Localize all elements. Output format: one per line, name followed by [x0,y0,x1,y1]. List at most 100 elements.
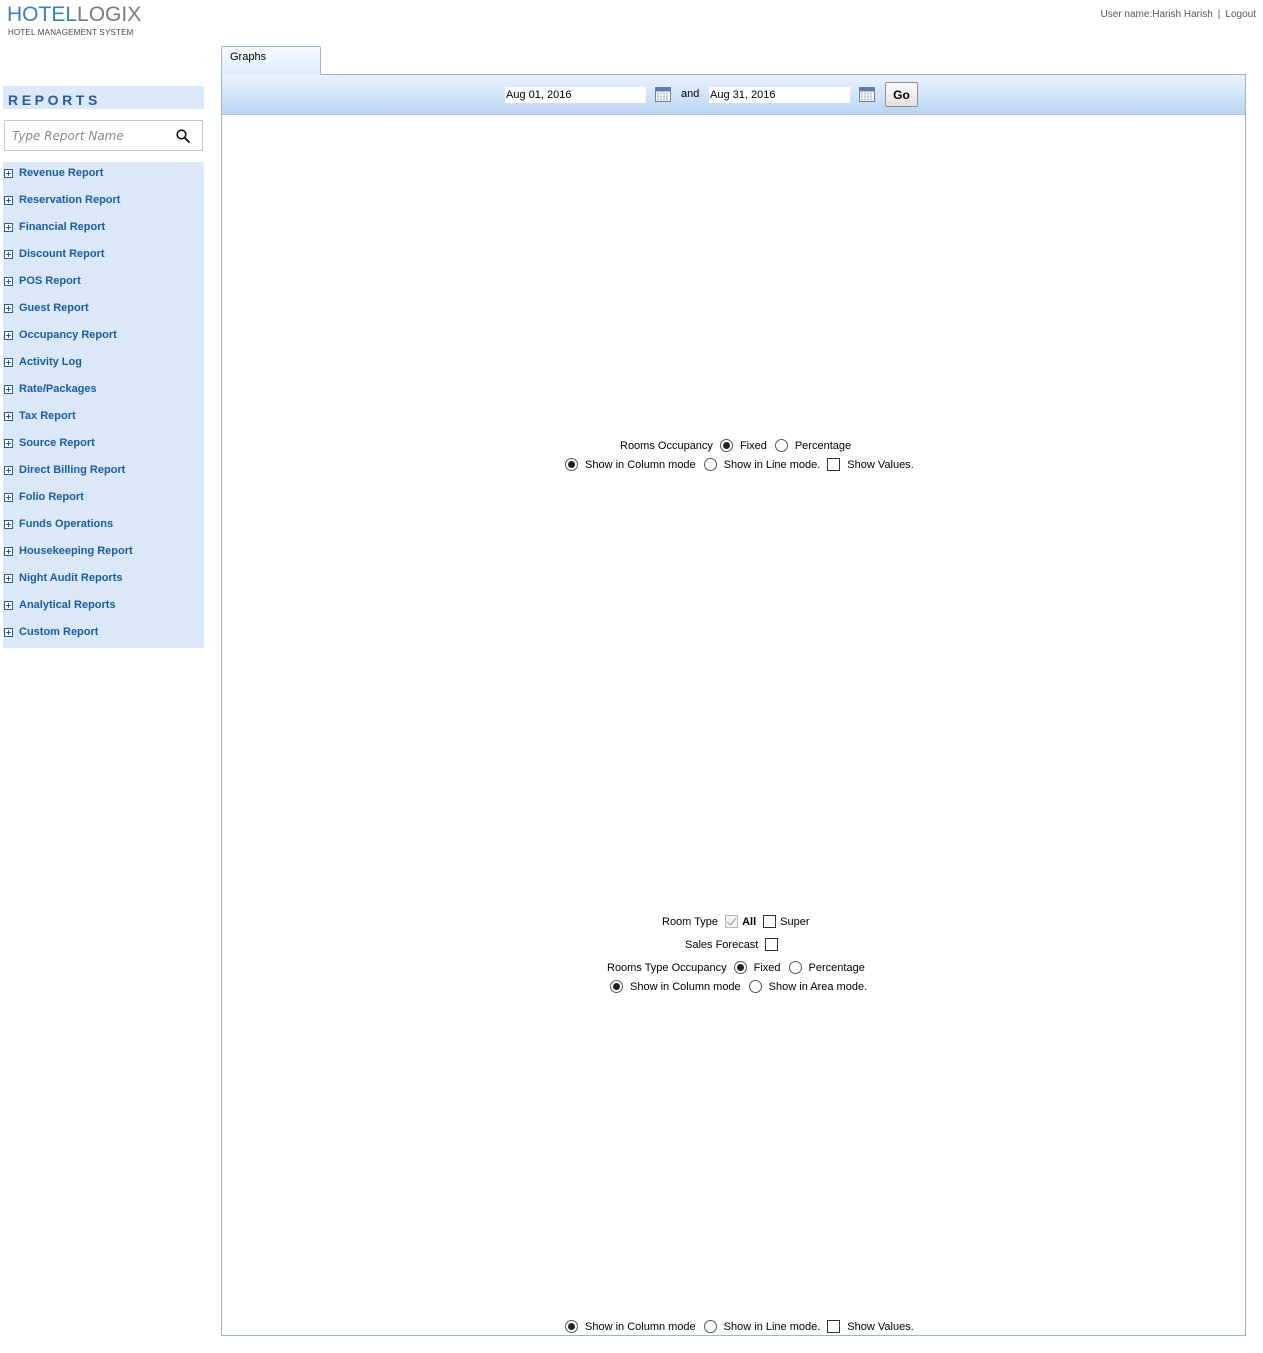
expand-plus-icon[interactable] [4,574,13,583]
sidebar-item-source-report[interactable]: Source Report [3,436,204,463]
sidebar-item-label: POS Report [19,275,81,287]
line-mode-radio[interactable] [703,1320,717,1333]
graphs-panel: and Go Rooms Occupancy Fixed Percentage … [221,74,1246,1336]
line-mode-radio[interactable] [703,458,717,471]
room-type-label: Room Type [662,915,719,928]
room-type-all-checkbox[interactable] [725,915,739,928]
show-values-checkbox[interactable] [827,1320,841,1333]
expand-plus-icon[interactable] [4,250,13,259]
rooms-type-occupancy-percentage-label: Percentage [808,961,865,974]
expand-plus-icon[interactable] [4,385,13,394]
room-type-super-checkbox[interactable] [763,915,777,928]
hotelogix-logo: HOTELLOGIX HOTEL MANAGEMENT SYSTEM [7,4,141,38]
rooms-occupancy-label: Rooms Occupancy [620,439,713,452]
tab-graphs-label: Graphs [230,51,267,63]
rooms-type-occupancy-fixed-radio[interactable] [733,961,747,974]
expand-plus-icon[interactable] [4,412,13,421]
sidebar-item-revenue-report[interactable]: Revenue Report [3,166,204,193]
expand-plus-icon[interactable] [4,547,13,556]
calendar-icon[interactable] [859,87,875,102]
sidebar-item-analytical-reports[interactable]: Analytical Reports [3,598,204,625]
sidebar-item-label: Direct Billing Report [19,464,126,476]
sidebar-item-custom-report[interactable]: Custom Report [3,625,204,652]
rooms-occupancy-percentage-radio[interactable] [774,439,788,452]
column-mode-label: Show in Column mode [630,980,741,993]
sales-forecast-row: Sales Forecast [685,938,779,951]
sidebar-item-housekeeping-report[interactable]: Housekeeping Report [3,544,204,571]
search-icon[interactable] [176,129,190,143]
reports-menu: Revenue Report Reservation Report Financ… [3,162,204,648]
show-values-label: Show Values. [847,1320,914,1333]
sidebar-item-reservation-report[interactable]: Reservation Report [3,193,204,220]
column-mode-radio[interactable] [565,458,578,471]
sidebar-item-discount-report[interactable]: Discount Report [3,247,204,274]
sidebar-item-label: Guest Report [19,302,89,314]
sales-forecast-checkbox[interactable] [765,938,779,951]
rooms-type-occupancy-row: Rooms Type Occupancy Fixed Percentage [607,961,865,974]
column-mode-radio[interactable] [610,980,623,993]
sidebar-item-direct-billing-report[interactable]: Direct Billing Report [3,463,204,490]
sidebar-item-guest-report[interactable]: Guest Report [3,301,204,328]
calendar-icon[interactable] [655,87,671,102]
sidebar-item-label: Reservation Report [19,194,121,206]
expand-plus-icon[interactable] [4,196,13,205]
sidebar-item-label: Funds Operations [19,518,114,530]
sidebar-item-funds-operations[interactable]: Funds Operations [3,517,204,544]
expand-plus-icon[interactable] [4,304,13,313]
rooms-occupancy-fixed-radio[interactable] [719,439,733,452]
expand-plus-icon[interactable] [4,466,13,475]
room-type-all-label: All [742,915,757,928]
sidebar-item-activity-log[interactable]: Activity Log [3,355,204,382]
date-range-toolbar: and Go [222,75,1245,115]
report-search-input[interactable] [5,121,170,150]
tab-graphs[interactable]: Graphs [221,46,321,75]
start-date-input[interactable] [505,87,646,103]
sidebar-item-label: Tax Report [19,410,76,422]
logo-wordmark: HOTELLOGIX [7,4,141,26]
expand-plus-icon[interactable] [4,439,13,448]
sidebar-item-night-audit-reports[interactable]: Night Audit Reports [3,571,204,598]
sidebar-item-label: Analytical Reports [19,599,116,611]
rooms-type-occupancy-label: Rooms Type Occupancy [607,961,727,974]
sidebar-item-occupancy-report[interactable]: Occupancy Report [3,328,204,355]
sidebar-item-rate-packages[interactable]: Rate/Packages [3,382,204,409]
rooms-type-occupancy-percentage-radio[interactable] [788,961,802,974]
report-search [4,120,203,151]
reports-title: REPORTS [8,92,101,108]
end-date-input[interactable] [709,87,850,103]
sidebar-item-folio-report[interactable]: Folio Report [3,490,204,517]
expand-plus-icon[interactable] [4,358,13,367]
expand-plus-icon[interactable] [4,628,13,637]
reports-header: REPORTS [3,86,204,109]
rooms-type-occupancy-fixed-label: Fixed [753,961,781,974]
show-values-checkbox[interactable] [827,458,841,471]
user-links: User name:Harish Harish | Logout [1101,9,1256,20]
separator: | [1217,9,1221,20]
rooms-occupancy-percentage-label: Percentage [794,439,852,452]
expand-plus-icon[interactable] [4,493,13,502]
expand-plus-icon[interactable] [4,520,13,529]
area-mode-radio[interactable] [748,980,762,993]
expand-plus-icon[interactable] [4,169,13,178]
logout-link[interactable]: Logout [1225,9,1256,20]
expand-plus-icon[interactable] [4,277,13,286]
go-button[interactable]: Go [885,82,918,107]
sidebar-item-pos-report[interactable]: POS Report [3,274,204,301]
sidebar-item-financial-report[interactable]: Financial Report [3,220,204,247]
expand-plus-icon[interactable] [4,331,13,340]
expand-plus-icon[interactable] [4,601,13,610]
sidebar-item-label: Discount Report [19,248,105,260]
bottom-chart-mode-row: Show in Column mode Show in Line mode. S… [565,1320,914,1333]
rooms-occupancy-row: Rooms Occupancy Fixed Percentage [620,439,851,452]
sidebar-item-label: Rate/Packages [19,383,97,395]
sidebar-item-tax-report[interactable]: Tax Report [3,409,204,436]
column-mode-radio[interactable] [565,1320,578,1333]
user-name: User name:Harish Harish [1100,9,1213,20]
show-values-label: Show Values. [847,458,914,471]
column-mode-label: Show in Column mode [585,458,696,471]
sidebar-item-label: Source Report [19,437,95,449]
line-mode-label: Show in Line mode. [723,458,821,471]
and-label: and [681,88,700,100]
expand-plus-icon[interactable] [4,223,13,232]
sidebar-item-label: Night Audit Reports [19,572,123,584]
